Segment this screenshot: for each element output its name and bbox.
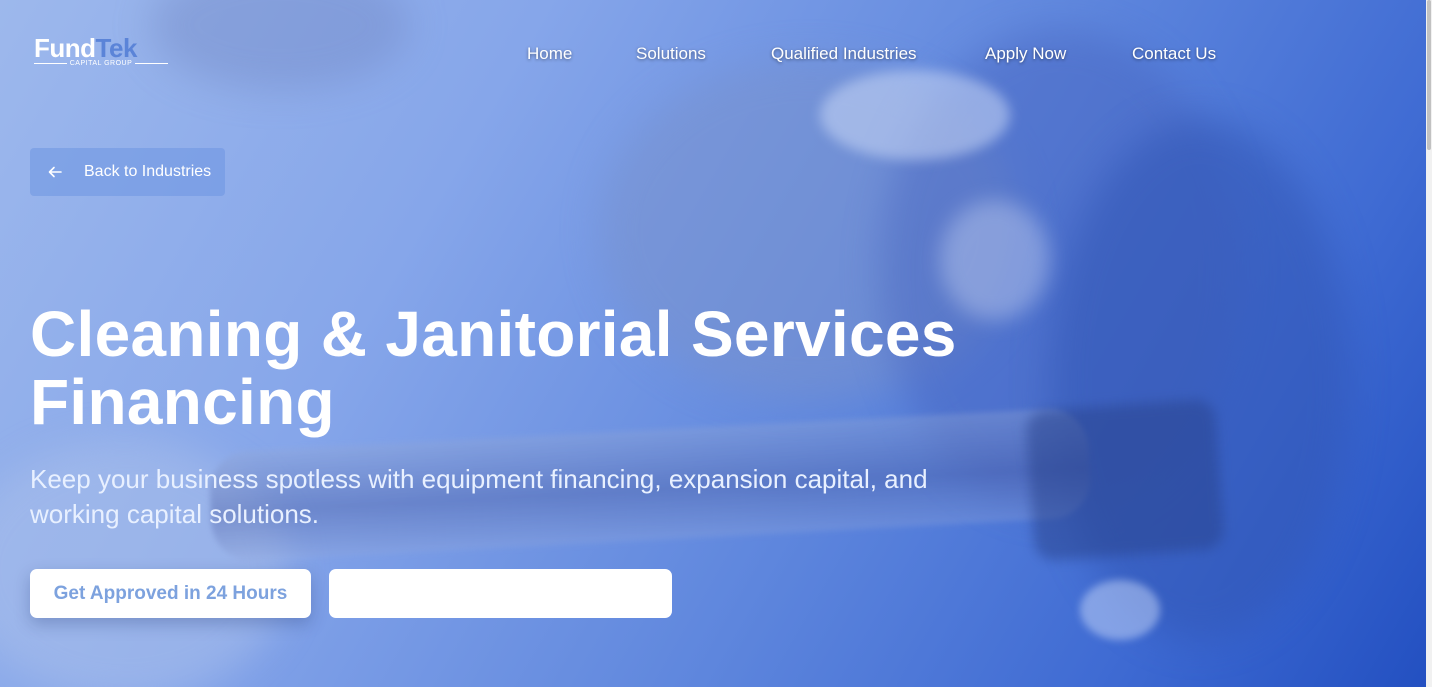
background-photo-shape [1080,580,1160,640]
secondary-cta-button[interactable] [329,569,672,618]
brand-logo[interactable]: FundTek CAPITAL GROUP [34,34,169,67]
page-scrollbar[interactable] [1426,0,1432,687]
background-photo-shape [150,0,410,90]
brand-name-fund: Fund [34,33,96,63]
brand-wordmark: FundTek [34,34,168,62]
nav-item-solutions[interactable]: Solutions [636,43,706,65]
nav-item-qualified-industries[interactable]: Qualified Industries [771,43,917,65]
nav-item-home[interactable]: Home [527,43,572,65]
hero-section: FundTek CAPITAL GROUP Home Solutions Qua… [0,0,1426,687]
background-photo-shape [820,70,1010,160]
page-title: Cleaning & Janitorial Services Financing [30,298,957,438]
back-to-industries-button[interactable]: Back to Industries [30,148,225,196]
back-to-industries-label: Back to Industries [84,163,212,180]
background-photo-tool-tip [1024,398,1226,562]
background-photo-shape [1050,120,1350,640]
scrollbar-thumb[interactable] [1427,0,1431,150]
get-approved-button[interactable]: Get Approved in 24 Hours [30,569,311,618]
nav-item-contact-us[interactable]: Contact Us [1132,43,1216,65]
tagline-divider-right [135,63,169,64]
tagline-divider-left [34,63,67,64]
nav-item-apply-now[interactable]: Apply Now [985,43,1066,65]
brand-name-tek: Tek [95,33,138,63]
arrow-left-icon [48,166,68,178]
brand-tagline: CAPITAL GROUP [69,60,133,67]
hero-subtitle: Keep your business spotless with equipme… [30,464,928,529]
